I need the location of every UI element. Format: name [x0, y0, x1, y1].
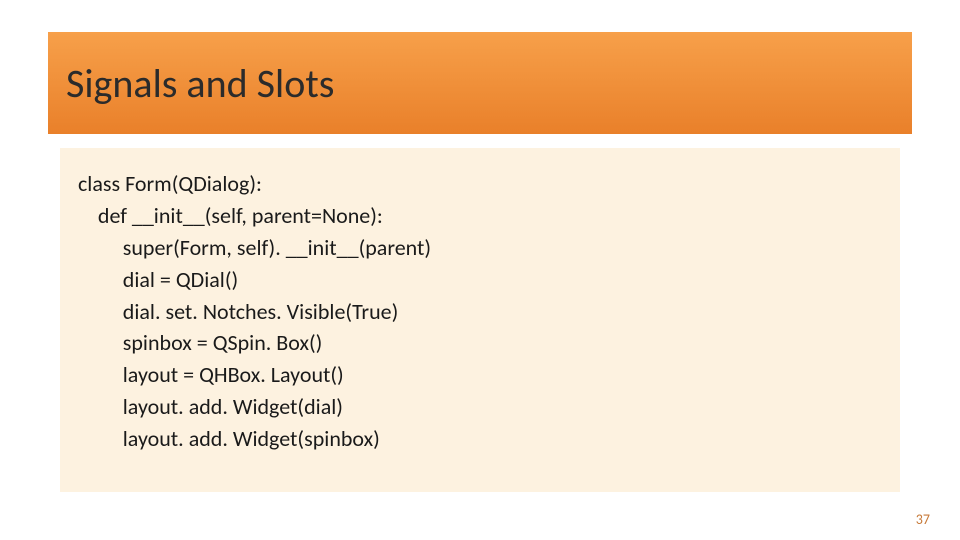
code-line: def __init__(self, parent=None):: [78, 200, 880, 232]
code-line: class Form(QDialog):: [78, 168, 880, 200]
slide-title: Signals and Slots: [66, 59, 334, 108]
code-line: layout = QHBox. Layout(): [78, 359, 880, 391]
slide-header: Signals and Slots: [48, 32, 912, 134]
code-line: super(Form, self). __init__(parent): [78, 232, 880, 264]
code-line: dial = QDial(): [78, 264, 880, 296]
code-block: class Form(QDialog): def __init__(self, …: [60, 148, 900, 492]
code-line: layout. add. Widget(dial): [78, 391, 880, 423]
page-number: 37: [916, 511, 930, 528]
code-line: layout. add. Widget(spinbox): [78, 423, 880, 455]
code-line: spinbox = QSpin. Box(): [78, 327, 880, 359]
code-line: dial. set. Notches. Visible(True): [78, 296, 880, 328]
